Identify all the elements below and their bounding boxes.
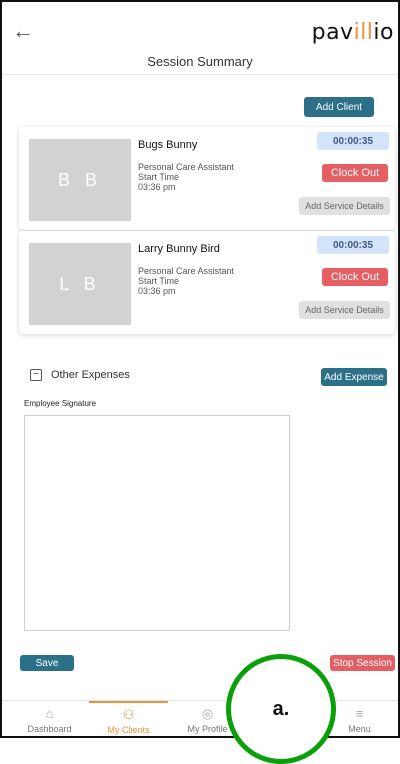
save-button[interactable]: Save — [20, 655, 74, 671]
annotation-circle: a. — [226, 654, 336, 764]
back-arrow-icon[interactable]: ← — [12, 20, 34, 42]
add-expense-button[interactable]: Add Expense — [321, 368, 387, 386]
nav-label: Dashboard — [27, 723, 72, 734]
session-timer: 00:00:35 — [317, 132, 389, 150]
annotation-label: a. — [272, 697, 290, 720]
signature-pad[interactable] — [24, 415, 290, 631]
page-title: Session Summary — [147, 54, 253, 69]
start-time-value: 03:36 pm — [138, 182, 176, 192]
start-time-value: 03:36 pm — [138, 286, 176, 296]
nav-label: My Profile — [187, 723, 228, 734]
nav-item-my-clients[interactable]: ⚇ My Clients — [89, 701, 168, 736]
other-expenses-label: Other Expenses — [51, 369, 130, 381]
logo-suffix: io — [373, 20, 394, 45]
clock-out-button[interactable]: Clock Out — [322, 164, 388, 182]
client-name: Bugs Bunny — [138, 139, 198, 151]
clients-icon: ⚇ — [122, 706, 135, 722]
menu-icon: ≡ — [355, 705, 364, 721]
avatar: L B — [29, 243, 131, 325]
session-timer: 00:00:35 — [317, 236, 389, 254]
client-card: L B Larry Bunny Bird Personal Care Assis… — [19, 231, 395, 334]
client-role: Personal Care Assistant — [138, 162, 235, 172]
client-name: Larry Bunny Bird — [138, 243, 220, 255]
profile-icon: ◎ — [201, 705, 214, 721]
add-client-button[interactable]: Add Client — [304, 97, 374, 117]
nav-item-dashboard[interactable]: ⌂ Dashboard — [10, 701, 89, 736]
add-service-details-button[interactable]: Add Service Details — [299, 197, 390, 215]
app-frame: ← pavillio Session Summary Add Client B … — [0, 0, 400, 738]
header: ← pavillio Session Summary — [2, 2, 398, 74]
clock-out-button[interactable]: Clock Out — [322, 268, 388, 286]
add-service-details-button[interactable]: Add Service Details — [299, 301, 390, 319]
client-card: B B Bugs Bunny Personal Care Assistant S… — [19, 127, 395, 230]
other-expenses-row: − Other Expenses — [30, 369, 130, 381]
bottom-nav: ⌂ Dashboard ⚇ My Clients ◎ My Profile ≡ … — [2, 700, 398, 736]
avatar: B B — [29, 139, 131, 221]
start-time-label: Start Time — [138, 276, 180, 286]
logo-prefix: pav — [311, 20, 354, 45]
signature-label: Employee Signature — [24, 399, 97, 408]
stop-session-button[interactable]: Stop Session — [330, 655, 395, 671]
home-icon: ⌂ — [45, 705, 54, 721]
start-time-label: Start Time — [138, 172, 180, 182]
header-divider — [2, 74, 398, 75]
nav-label: Menu — [348, 723, 371, 734]
collapse-toggle-icon[interactable]: − — [30, 369, 42, 381]
nav-label: My Clients — [107, 724, 150, 735]
logo: pavillio — [312, 20, 394, 45]
logo-accent: ill — [353, 20, 374, 45]
client-role: Personal Care Assistant — [138, 266, 235, 276]
